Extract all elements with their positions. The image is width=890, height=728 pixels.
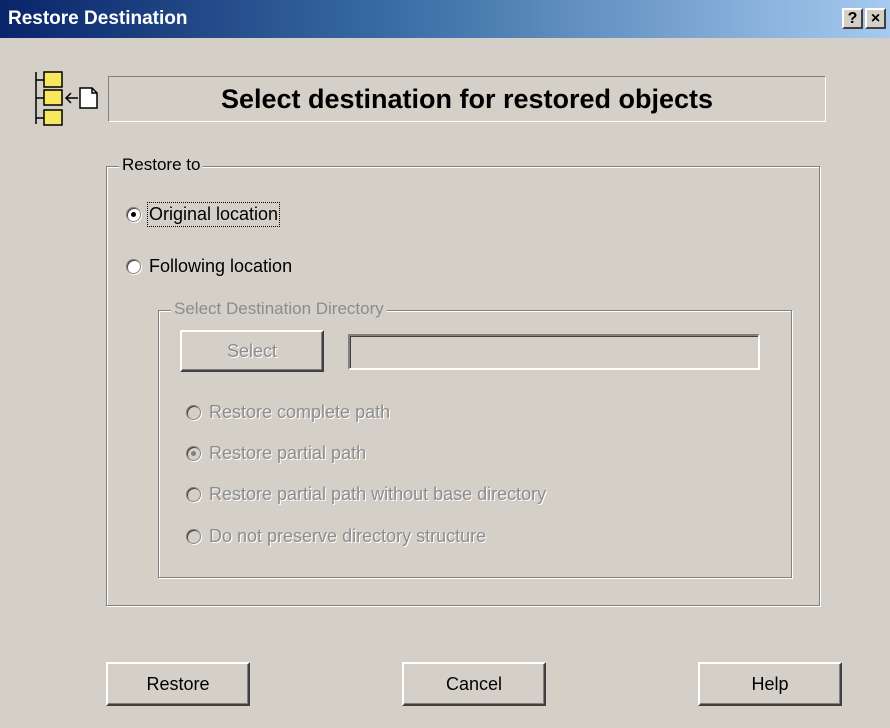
destination-path-field[interactable] [348, 334, 760, 370]
page-title: Select destination for restored objects [108, 76, 826, 122]
do-not-preserve-structure-radio[interactable] [186, 529, 201, 544]
restore-complete-path-radio[interactable] [186, 405, 201, 420]
restore-partial-path-without-base-radio[interactable] [186, 487, 201, 502]
restore-to-legend: Restore to [119, 155, 204, 175]
following-location-option[interactable]: Following location [126, 256, 292, 277]
restore-button[interactable]: Restore [106, 662, 250, 706]
following-location-radio[interactable] [126, 259, 141, 274]
folder-tree-restore-icon [35, 71, 98, 126]
select-button[interactable]: Select [180, 330, 324, 372]
do-not-preserve-structure-label: Do not preserve directory structure [209, 526, 487, 546]
page-title-text: Select destination for restored objects [220, 83, 714, 114]
original-location-label: Original location [146, 202, 281, 227]
cancel-button[interactable]: Cancel [402, 662, 546, 706]
title-bar: Restore Destination ? × [0, 0, 890, 38]
restore-partial-path-without-base-option[interactable]: Restore partial path without base direct… [186, 484, 546, 505]
help-footer-button[interactable]: Help [698, 662, 842, 706]
do-not-preserve-structure-option[interactable]: Do not preserve directory structure [186, 526, 486, 547]
following-location-label: Following location [149, 256, 293, 276]
close-button[interactable]: × [865, 8, 886, 29]
restore-partial-path-without-base-label: Restore partial path without base direct… [209, 484, 547, 504]
help-button[interactable]: ? [842, 8, 863, 29]
restore-partial-path-option[interactable]: Restore partial path [186, 443, 366, 464]
restore-complete-path-option[interactable]: Restore complete path [186, 402, 390, 423]
restore-partial-path-label: Restore partial path [209, 443, 367, 463]
original-location-radio[interactable] [126, 207, 141, 222]
restore-partial-path-radio[interactable] [186, 446, 201, 461]
window-title: Restore Destination [8, 8, 188, 29]
restore-complete-path-label: Restore complete path [209, 402, 391, 422]
original-location-option[interactable]: Original location [126, 202, 281, 227]
destination-directory-legend: Select Destination Directory [171, 299, 387, 319]
